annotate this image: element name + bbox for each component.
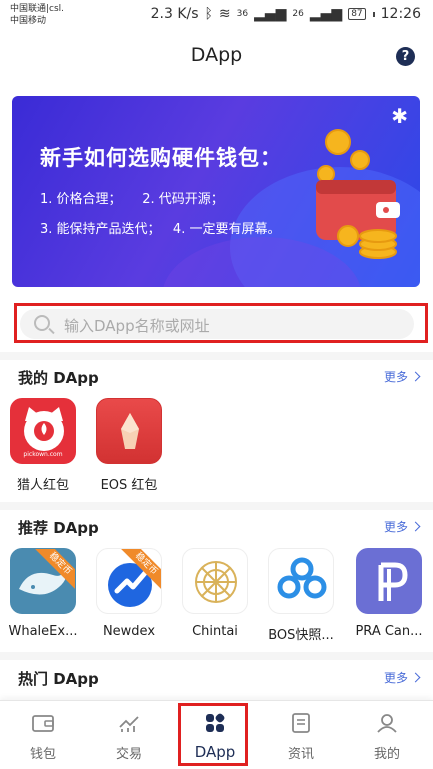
dapp-item-pra[interactable]: PRA Can... — [350, 548, 428, 639]
chevron-right-icon — [410, 672, 421, 683]
more-link-mine[interactable]: 更多 — [383, 368, 421, 385]
wallet-coins-illustration — [316, 129, 400, 259]
banner-line-1: 1. 价格合理； 2. 代码开源； — [40, 192, 224, 207]
banner-line-2: 3. 能保持产品迭代； 4. 一定要有屏幕。 — [40, 222, 281, 237]
banner-title: 新手如何选购硬件钱包： — [40, 146, 282, 170]
more-label: 更多 — [383, 370, 408, 384]
bos-icon — [268, 548, 334, 614]
status-indicators: 2.3 K/s ᛒ ≋ 36 ▂▄▆ 26 ▂▄▆ 87 12:26 — [151, 6, 421, 22]
dapp-item-eos-redpacket[interactable]: EOS 红包 — [90, 398, 168, 493]
newdex-icon: 稳定币 — [96, 548, 162, 614]
cat-hunter-icon: pickown.com — [10, 398, 76, 464]
chintai-graphic — [195, 561, 237, 603]
dapp-item-newdex[interactable]: 稳定币 Newdex — [90, 548, 168, 639]
chart-icon — [119, 716, 139, 732]
envelope-graphic — [121, 413, 139, 449]
signal-icon-2: ▂▄▆ — [309, 6, 343, 22]
app-label: Newdex — [102, 624, 156, 639]
tab-news[interactable]: 资讯 — [258, 701, 344, 769]
battery-icon: 87 — [348, 8, 366, 20]
chevron-right-icon — [410, 521, 421, 532]
battery-tip — [372, 11, 375, 17]
tab-trade[interactable]: 交易 — [86, 701, 172, 769]
app-label: Chintai — [192, 624, 238, 639]
help-icon[interactable]: ? — [396, 47, 415, 66]
newdex-graphic — [108, 563, 152, 607]
more-link-recommended[interactable]: 更多 — [383, 518, 421, 535]
hunter-caption: pickown.com — [23, 451, 63, 458]
news-icon — [292, 713, 310, 733]
signal-icon: ▂▄▆ — [254, 6, 287, 22]
dapp-item-whaleex[interactable]: 稳定币 WhaleEx... — [4, 548, 82, 639]
tab-label: 资讯 — [287, 747, 314, 762]
tab-dapp-highlight — [178, 703, 248, 766]
battery-level: 87 — [351, 8, 363, 19]
search-placeholder: 输入DApp名称或网址 — [64, 317, 210, 335]
page-title: DApp — [190, 44, 243, 66]
bluetooth-icon: ᛒ — [204, 6, 213, 22]
section-divider — [0, 652, 433, 660]
net-speed: 2.3 K/s — [150, 6, 199, 22]
search-input[interactable]: 输入DApp名称或网址 — [20, 309, 414, 339]
app-label: WhaleEx... — [8, 624, 78, 639]
tab-wallet[interactable]: 钱包 — [0, 701, 86, 769]
section-title-hot: 热门 DApp — [18, 670, 99, 688]
tab-label: 钱包 — [29, 747, 56, 762]
section-title-mine: 我的 DApp — [18, 369, 99, 387]
dapp-item-bos[interactable]: BOS快照... — [262, 548, 340, 643]
clock: 12:26 — [380, 6, 421, 22]
pra-icon — [356, 548, 422, 614]
more-label: 更多 — [383, 671, 408, 685]
signal-1-label: 36 — [236, 9, 249, 19]
app-label: PRA Can... — [355, 624, 423, 639]
tab-label: 交易 — [115, 747, 142, 762]
section-divider — [0, 352, 433, 360]
carrier-info: 中国联通|csl. 中国移动 — [10, 3, 64, 27]
whale-icon: 稳定币 — [10, 548, 76, 614]
section-divider — [0, 502, 433, 510]
wifi-icon: ≋ — [218, 6, 231, 22]
carrier-line-2: 中国移动 — [10, 16, 47, 26]
section-title-recommended: 推荐 DApp — [18, 519, 99, 537]
tab-label: 我的 — [373, 747, 400, 762]
app-label: BOS快照... — [268, 628, 334, 643]
status-bar: 中国联通|csl. 中国移动 2.3 K/s ᛒ ≋ 36 ▂▄▆ 26 ▂▄▆… — [0, 0, 433, 30]
app-label: 猎人红包 — [16, 478, 69, 493]
whale-graphic — [19, 565, 68, 595]
pra-graphic — [378, 562, 408, 601]
tab-profile[interactable]: 我的 — [344, 701, 430, 769]
chevron-right-icon — [410, 371, 421, 382]
red-envelope-icon — [96, 398, 162, 464]
dapp-item-chintai[interactable]: Chintai — [176, 548, 254, 639]
app-label: EOS 红包 — [100, 478, 158, 493]
app-header: DApp ? — [0, 40, 433, 76]
more-label: 更多 — [383, 520, 408, 534]
dapp-screen: 中国联通|csl. 中国移动 2.3 K/s ᛒ ≋ 36 ▂▄▆ 26 ▂▄▆… — [0, 0, 433, 769]
search-icon — [34, 315, 50, 331]
promo-banner[interactable]: ✱ 新手如何选购硬件钱包： 1. 价格合理； 2. 代码开源； 3. 能保持产品… — [12, 96, 420, 287]
dapp-item-hunter[interactable]: pickown.com 猎人红包 — [4, 398, 82, 493]
more-link-hot[interactable]: 更多 — [383, 669, 421, 686]
bos-graphic — [277, 557, 327, 599]
signal-2-label: 26 — [292, 9, 304, 19]
chintai-icon — [182, 548, 248, 614]
carrier-line-1: 中国联通|csl. — [10, 4, 65, 14]
profile-icon — [377, 714, 397, 733]
wallet-icon — [32, 715, 54, 732]
